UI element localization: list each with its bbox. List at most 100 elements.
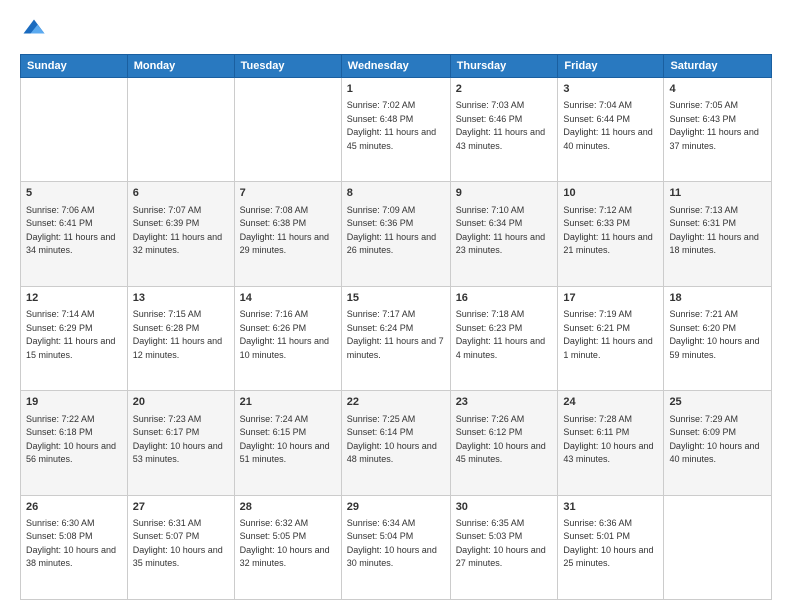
day-header-monday: Monday	[127, 55, 234, 78]
calendar-cell: 24Sunrise: 7:28 AM Sunset: 6:11 PM Dayli…	[558, 391, 664, 495]
day-info: Sunrise: 7:04 AM Sunset: 6:44 PM Dayligh…	[563, 99, 658, 153]
page: SundayMondayTuesdayWednesdayThursdayFrid…	[0, 0, 792, 612]
calendar-cell: 14 Sunrise: 7:16 AM Sunset: 6:26 PM Dayli…	[234, 286, 341, 390]
day-info: Sunrise: 6:32 AM Sunset: 5:05 PM Dayligh…	[240, 517, 336, 571]
calendar: SundayMondayTuesdayWednesdayThursdayFrid…	[20, 54, 772, 600]
day-number: 30	[456, 500, 553, 515]
calendar-cell	[234, 78, 341, 182]
calendar-cell: 21 Sunrise: 7:24 AM Sunset: 6:15 PM Dayli…	[234, 391, 341, 495]
day-info: Sunrise: 7:12 AM Sunset: 6:33 PM Dayligh…	[563, 204, 658, 258]
day-info: Sunrise: 7:24 AM Sunset: 6:15 PM Dayligh…	[240, 413, 336, 467]
day-number: 13	[133, 291, 229, 306]
day-info: Sunrise: 7:03 AM Sunset: 6:46 PM Dayligh…	[456, 99, 553, 153]
calendar-cell	[127, 78, 234, 182]
day-number: 18	[669, 291, 766, 306]
day-number: 11	[669, 186, 766, 201]
week-row-4: 19 Sunrise: 7:22 AM Sunset: 6:18 PM Dayli…	[21, 391, 772, 495]
week-row-5: 26 Sunrise: 6:30 AM Sunset: 5:08 PM Dayli…	[21, 495, 772, 599]
calendar-cell: 13 Sunrise: 7:15 AM Sunset: 6:28 PM Dayli…	[127, 286, 234, 390]
day-number: 23	[456, 395, 553, 410]
calendar-cell: 3 Sunrise: 7:04 AM Sunset: 6:44 PM Daylig…	[558, 78, 664, 182]
calendar-cell: 30 Sunrise: 6:35 AM Sunset: 5:03 PM Dayli…	[450, 495, 558, 599]
day-number: 26	[26, 500, 122, 515]
day-info: Sunrise: 6:35 AM Sunset: 5:03 PM Dayligh…	[456, 517, 553, 571]
day-header-wednesday: Wednesday	[341, 55, 450, 78]
calendar-cell: 8 Sunrise: 7:09 AM Sunset: 6:36 PM Daylig…	[341, 182, 450, 286]
calendar-cell: 20 Sunrise: 7:23 AM Sunset: 6:17 PM Dayli…	[127, 391, 234, 495]
day-number: 21	[240, 395, 336, 410]
day-info: Sunrise: 7:15 AM Sunset: 6:28 PM Dayligh…	[133, 308, 229, 362]
day-number: 8	[347, 186, 445, 201]
calendar-cell: 12 Sunrise: 7:14 AM Sunset: 6:29 PM Dayli…	[21, 286, 128, 390]
calendar-cell: 28Sunrise: 6:32 AM Sunset: 5:05 PM Dayli…	[234, 495, 341, 599]
calendar-cell: 9 Sunrise: 7:10 AM Sunset: 6:34 PM Daylig…	[450, 182, 558, 286]
day-info: Sunrise: 7:09 AM Sunset: 6:36 PM Dayligh…	[347, 204, 445, 258]
calendar-cell: 1 Sunrise: 7:02 AM Sunset: 6:48 PM Daylig…	[341, 78, 450, 182]
day-header-thursday: Thursday	[450, 55, 558, 78]
day-number: 20	[133, 395, 229, 410]
day-number: 15	[347, 291, 445, 306]
calendar-cell: 10Sunrise: 7:12 AM Sunset: 6:33 PM Dayli…	[558, 182, 664, 286]
calendar-cell: 2 Sunrise: 7:03 AM Sunset: 6:46 PM Daylig…	[450, 78, 558, 182]
calendar-cell: 31 Sunrise: 6:36 AM Sunset: 5:01 PM Dayli…	[558, 495, 664, 599]
day-info: Sunrise: 7:16 AM Sunset: 6:26 PM Dayligh…	[240, 308, 336, 362]
day-info: Sunrise: 7:10 AM Sunset: 6:34 PM Dayligh…	[456, 204, 553, 258]
day-number: 4	[669, 82, 766, 97]
day-info: Sunrise: 7:26 AM Sunset: 6:12 PM Dayligh…	[456, 413, 553, 467]
day-info: Sunrise: 7:29 AM Sunset: 6:09 PM Dayligh…	[669, 413, 766, 467]
day-number: 14	[240, 291, 336, 306]
day-header-saturday: Saturday	[664, 55, 772, 78]
day-info: Sunrise: 7:28 AM Sunset: 6:11 PM Dayligh…	[563, 413, 658, 467]
day-number: 3	[563, 82, 658, 97]
day-info: Sunrise: 7:21 AM Sunset: 6:20 PM Dayligh…	[669, 308, 766, 362]
day-number: 27	[133, 500, 229, 515]
day-number: 31	[563, 500, 658, 515]
calendar-cell: 29Sunrise: 6:34 AM Sunset: 5:04 PM Dayli…	[341, 495, 450, 599]
calendar-cell: 6 Sunrise: 7:07 AM Sunset: 6:39 PM Daylig…	[127, 182, 234, 286]
day-info: Sunrise: 7:05 AM Sunset: 6:43 PM Dayligh…	[669, 99, 766, 153]
day-header-tuesday: Tuesday	[234, 55, 341, 78]
day-info: Sunrise: 7:14 AM Sunset: 6:29 PM Dayligh…	[26, 308, 122, 362]
day-number: 12	[26, 291, 122, 306]
day-info: Sunrise: 7:07 AM Sunset: 6:39 PM Dayligh…	[133, 204, 229, 258]
calendar-header-row: SundayMondayTuesdayWednesdayThursdayFrid…	[21, 55, 772, 78]
calendar-cell: 19 Sunrise: 7:22 AM Sunset: 6:18 PM Dayli…	[21, 391, 128, 495]
day-info: Sunrise: 6:31 AM Sunset: 5:07 PM Dayligh…	[133, 517, 229, 571]
calendar-cell: 26 Sunrise: 6:30 AM Sunset: 5:08 PM Dayli…	[21, 495, 128, 599]
day-info: Sunrise: 7:22 AM Sunset: 6:18 PM Dayligh…	[26, 413, 122, 467]
day-info: Sunrise: 7:06 AM Sunset: 6:41 PM Dayligh…	[26, 204, 122, 258]
calendar-cell: 15 Sunrise: 7:17 AM Sunset: 6:24 PM Dayli…	[341, 286, 450, 390]
calendar-cell: 4 Sunrise: 7:05 AM Sunset: 6:43 PM Daylig…	[664, 78, 772, 182]
logo	[20, 16, 52, 44]
calendar-cell: 16Sunrise: 7:18 AM Sunset: 6:23 PM Dayli…	[450, 286, 558, 390]
calendar-cell: 5 Sunrise: 7:06 AM Sunset: 6:41 PM Daylig…	[21, 182, 128, 286]
header	[20, 16, 772, 44]
calendar-cell: 25 Sunrise: 7:29 AM Sunset: 6:09 PM Dayli…	[664, 391, 772, 495]
day-info: Sunrise: 7:17 AM Sunset: 6:24 PM Dayligh…	[347, 308, 445, 362]
week-row-1: 1 Sunrise: 7:02 AM Sunset: 6:48 PM Daylig…	[21, 78, 772, 182]
day-info: Sunrise: 7:23 AM Sunset: 6:17 PM Dayligh…	[133, 413, 229, 467]
day-info: Sunrise: 6:36 AM Sunset: 5:01 PM Dayligh…	[563, 517, 658, 571]
day-number: 5	[26, 186, 122, 201]
day-number: 7	[240, 186, 336, 201]
day-info: Sunrise: 7:18 AM Sunset: 6:23 PM Dayligh…	[456, 308, 553, 362]
day-number: 1	[347, 82, 445, 97]
day-info: Sunrise: 7:02 AM Sunset: 6:48 PM Dayligh…	[347, 99, 445, 153]
day-number: 19	[26, 395, 122, 410]
calendar-cell: 22Sunrise: 7:25 AM Sunset: 6:14 PM Dayli…	[341, 391, 450, 495]
calendar-cell: 18 Sunrise: 7:21 AM Sunset: 6:20 PM Dayli…	[664, 286, 772, 390]
day-info: Sunrise: 6:30 AM Sunset: 5:08 PM Dayligh…	[26, 517, 122, 571]
calendar-cell: 23 Sunrise: 7:26 AM Sunset: 6:12 PM Dayli…	[450, 391, 558, 495]
day-number: 25	[669, 395, 766, 410]
day-header-sunday: Sunday	[21, 55, 128, 78]
calendar-cell: 17Sunrise: 7:19 AM Sunset: 6:21 PM Dayli…	[558, 286, 664, 390]
day-number: 29	[347, 500, 445, 515]
day-number: 2	[456, 82, 553, 97]
day-number: 6	[133, 186, 229, 201]
calendar-cell: 27 Sunrise: 6:31 AM Sunset: 5:07 PM Dayli…	[127, 495, 234, 599]
week-row-2: 5 Sunrise: 7:06 AM Sunset: 6:41 PM Daylig…	[21, 182, 772, 286]
week-row-3: 12 Sunrise: 7:14 AM Sunset: 6:29 PM Dayli…	[21, 286, 772, 390]
calendar-cell	[664, 495, 772, 599]
day-number: 22	[347, 395, 445, 410]
day-number: 9	[456, 186, 553, 201]
